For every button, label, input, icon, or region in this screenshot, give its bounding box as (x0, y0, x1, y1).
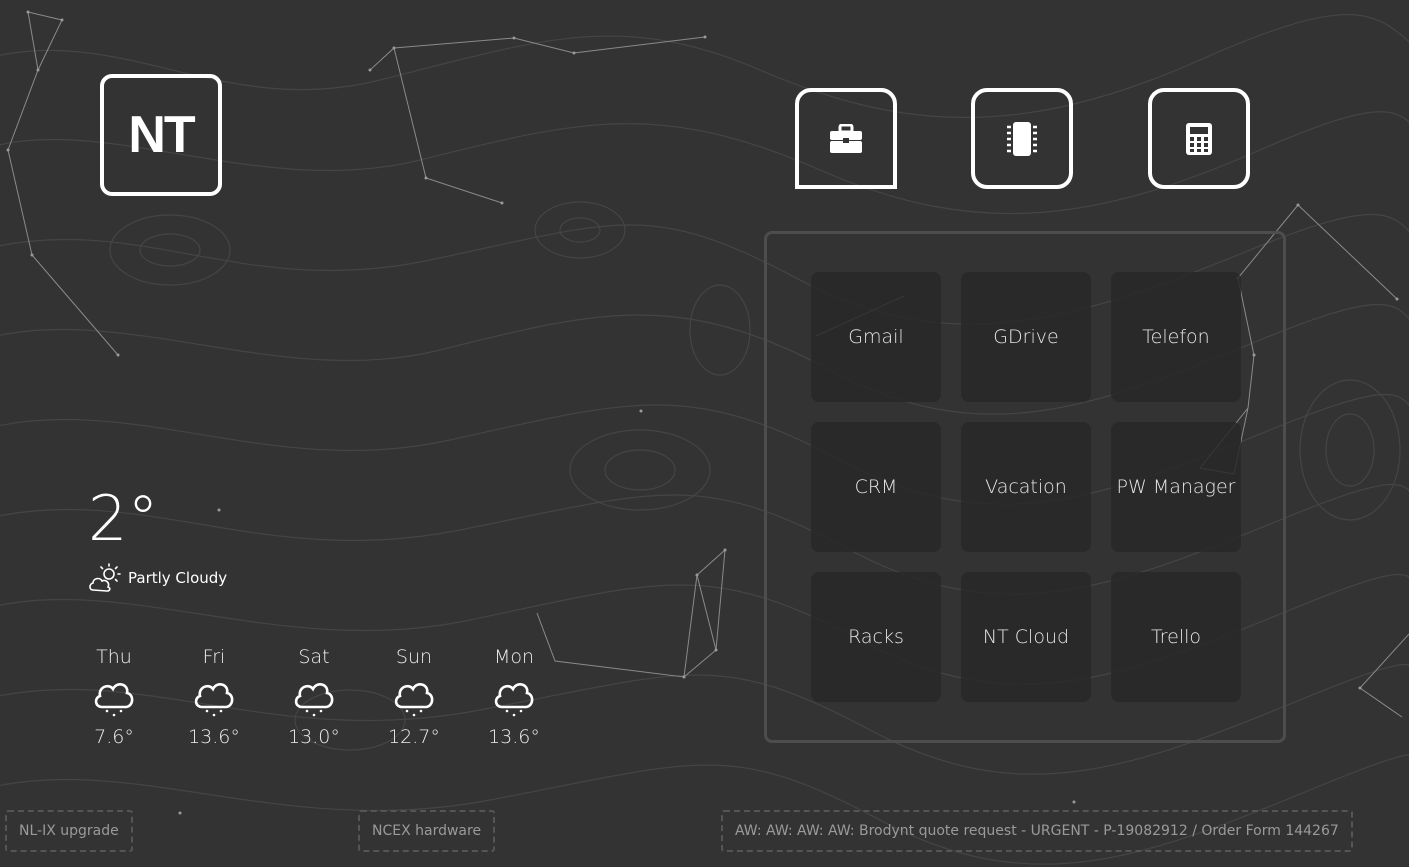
partly-cloudy-icon (89, 563, 121, 592)
condition-label: Partly Cloudy (128, 569, 228, 587)
forecast-day-name: Sat (298, 646, 330, 668)
link-racks[interactable]: Racks (811, 572, 941, 702)
forecast-day: Sun 12.7° (374, 646, 454, 748)
forecast-temp: 7.6° (94, 726, 134, 748)
logo[interactable]: NT (100, 74, 222, 196)
forecast-day-name: Mon (493, 646, 535, 668)
rain-cloud-icon (394, 683, 434, 717)
forecast-day-name: Fri (202, 646, 226, 668)
link-vacation[interactable]: Vacation (961, 422, 1091, 552)
chip-icon (1007, 121, 1037, 156)
forecast-day: Thu 7.6° (74, 646, 154, 748)
rain-cloud-icon (294, 683, 334, 717)
ticket-item[interactable]: NL-IX upgrade (5, 810, 133, 852)
calculator-icon (1186, 122, 1212, 155)
forecast-temp: 12.7° (388, 726, 440, 748)
briefcase-button[interactable] (795, 88, 897, 189)
ticket-item[interactable]: NCEX hardware (358, 810, 496, 852)
link-crm[interactable]: CRM (811, 422, 941, 552)
link-trello[interactable]: Trello (1111, 572, 1241, 702)
forecast-temp: 13.6° (188, 726, 240, 748)
forecast-temp: 13.6° (488, 726, 540, 748)
forecast-temp: 13.0° (288, 726, 340, 748)
ticket-item[interactable]: AW: AW: AW: AW: Brodynt quote request - … (721, 810, 1353, 852)
link-pw-manager[interactable]: PW Manager (1111, 422, 1241, 552)
rain-cloud-icon (494, 683, 534, 717)
forecast-day: Mon 13.6° (474, 646, 554, 748)
logo-text: NT (128, 106, 195, 164)
calculator-button[interactable] (1148, 88, 1250, 189)
rain-cloud-icon (194, 683, 234, 717)
current-condition: Partly Cloudy (88, 563, 227, 593)
forecast-day-name: Thu (96, 646, 132, 668)
link-gdrive[interactable]: GDrive (961, 272, 1091, 402)
forecast-day: Fri 13.6° (174, 646, 254, 748)
rain-cloud-icon (94, 683, 134, 717)
briefcase-icon (830, 123, 862, 153)
link-nt-cloud[interactable]: NT Cloud (961, 572, 1091, 702)
current-temperature: 2° (88, 482, 159, 555)
chip-button[interactable] (971, 88, 1073, 189)
forecast-day-name: Sun (395, 646, 433, 668)
link-gmail[interactable]: Gmail (811, 272, 941, 402)
forecast-day: Sat 13.0° (274, 646, 354, 748)
link-telefon[interactable]: Telefon (1111, 272, 1241, 402)
